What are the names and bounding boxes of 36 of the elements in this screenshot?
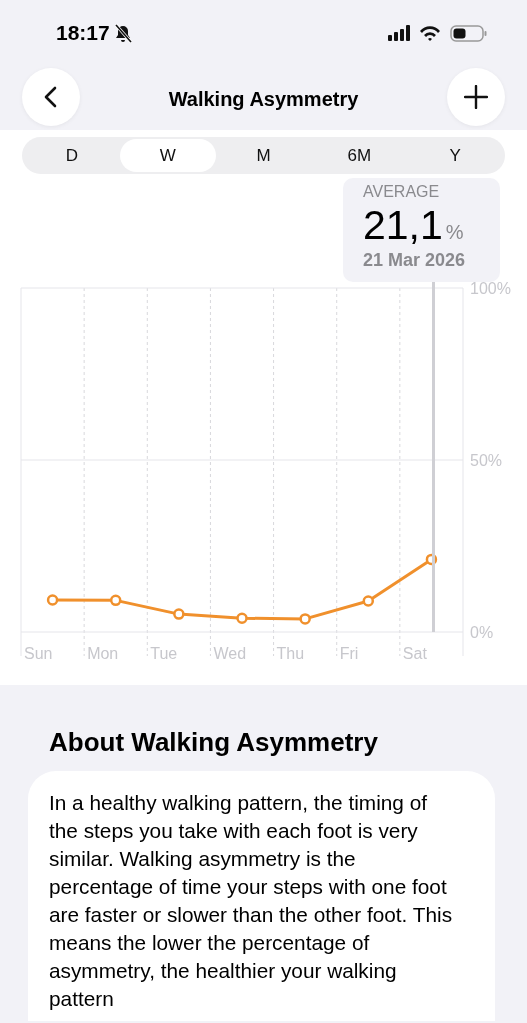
range-tab[interactable]: D xyxy=(24,139,120,172)
axis-label: Fri xyxy=(339,645,359,662)
date-label: 21 Mar 2026 xyxy=(363,249,467,272)
average-value: 21,1 xyxy=(363,202,443,248)
muted-bell-icon xyxy=(113,23,133,43)
unit-label: % xyxy=(445,220,464,245)
section-heading: About Walking Asymmetry xyxy=(49,727,379,757)
data-point xyxy=(362,595,375,607)
signal-icon xyxy=(388,25,410,41)
description-text: In a healthy walking pattern, the timing of the steps you take with each foot is very similar. Walking asymmetry is the percentage of time your steps with one foot are faster or slower than the other foot. This means the lower the percentage of asymmetry, the healthier your walking pattern xyxy=(49,790,454,1012)
axis-label: 0% xyxy=(470,624,494,641)
range-tab[interactable]: M xyxy=(215,139,312,172)
axis-label: Wed xyxy=(213,645,247,662)
wifi-icon xyxy=(419,25,441,41)
axis-label: Sat xyxy=(402,645,427,662)
axis-label: Sun xyxy=(24,645,53,662)
axis-label: 100% xyxy=(470,282,511,297)
axis-label: Tue xyxy=(150,645,178,662)
axis-label: Mon xyxy=(87,645,119,662)
summary-label: AVERAGE xyxy=(363,182,441,202)
axis-label: Thu xyxy=(276,645,305,662)
add-button[interactable] xyxy=(447,68,505,126)
axis-label: 50% xyxy=(470,452,503,469)
status-time: 18:17 xyxy=(56,20,110,47)
data-point xyxy=(173,608,185,620)
battery-icon xyxy=(450,24,487,42)
data-point xyxy=(236,612,248,624)
page-title: Walking Asymmetry xyxy=(168,87,359,112)
data-point xyxy=(46,594,59,606)
range-tab[interactable]: Y xyxy=(407,139,503,172)
range-tab[interactable]: 6M xyxy=(311,139,408,172)
plus-icon xyxy=(464,85,488,109)
data-point xyxy=(299,613,311,625)
back-button[interactable] xyxy=(22,68,80,126)
range-tab[interactable]: W xyxy=(119,139,216,172)
data-point xyxy=(109,594,122,607)
